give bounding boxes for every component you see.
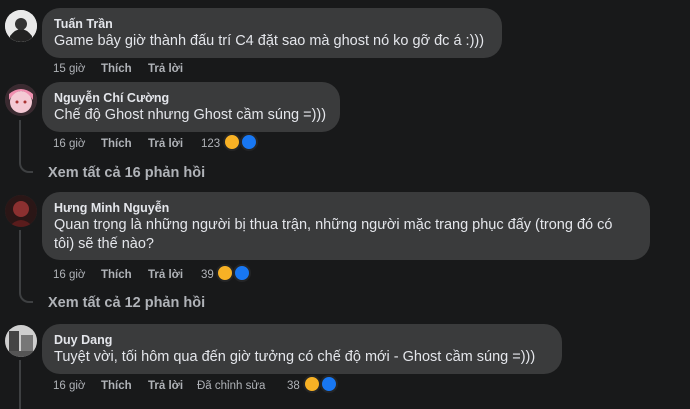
comment-bubble: Hưng Minh Nguyễn Quan trọng là những ngư… xyxy=(42,192,650,260)
comment-text-line-1: Quan trọng là những người bị thua trận, … xyxy=(54,217,613,233)
reaction-count[interactable]: 38 xyxy=(287,378,300,394)
comment-time[interactable]: 16 giờ xyxy=(53,136,85,152)
comment-bubble: Duy Dang Tuyệt vời, tối hôm qua đến giờ … xyxy=(42,324,562,374)
comment-bubble: Nguyễn Chí Cường Chế độ Ghost nhưng Ghos… xyxy=(42,82,340,132)
haha-reaction-icon xyxy=(303,375,321,393)
comment-author[interactable]: Duy Dang xyxy=(54,332,550,348)
haha-reaction-icon xyxy=(216,264,234,282)
comment-text: Tuyệt vời, tối hôm qua đến giờ tưởng có … xyxy=(54,349,536,365)
like-reaction-icon xyxy=(320,375,338,393)
comment-author[interactable]: Tuấn Trần xyxy=(54,16,490,32)
like-reaction-icon xyxy=(240,133,258,151)
comment-actions: 16 giờ Thích Trả lời Đã chỉnh sửa 38 xyxy=(53,375,353,394)
thread-line xyxy=(19,230,21,292)
comment-author[interactable]: Hưng Minh Nguyễn xyxy=(54,200,638,216)
avatar[interactable] xyxy=(5,325,37,357)
comment-bubble: Tuấn Trần Game bây giờ thành đấu trí C4 … xyxy=(42,8,502,58)
like-button[interactable]: Thích xyxy=(101,136,132,152)
thread-curve xyxy=(19,289,33,303)
comment-text: Chế độ Ghost nhưng Ghost cầm súng =))) xyxy=(54,107,327,123)
like-button[interactable]: Thích xyxy=(101,267,132,283)
like-button[interactable]: Thích xyxy=(101,61,132,77)
edited-label: Đã chỉnh sửa xyxy=(197,380,266,392)
haha-reaction-icon xyxy=(223,133,241,151)
comment-text: Game bây giờ thành đấu trí C4 đặt sao mà… xyxy=(54,33,485,49)
comment-actions: 16 giờ Thích Trả lời 39 xyxy=(53,264,273,283)
view-replies-link[interactable]: Xem tất cả 12 phản hồi xyxy=(48,294,205,312)
like-button[interactable]: Thích xyxy=(101,378,132,394)
avatar[interactable] xyxy=(5,195,37,227)
comment-text-line-2: tôi) sẽ thế nào? xyxy=(54,236,154,252)
reaction-count[interactable]: 39 xyxy=(201,267,214,283)
reaction-count[interactable]: 123 xyxy=(201,136,220,152)
thread-curve xyxy=(19,159,33,173)
reply-button[interactable]: Trả lời xyxy=(148,378,183,394)
reply-button[interactable]: Trả lời xyxy=(148,61,183,77)
comment-time[interactable]: 15 giờ xyxy=(53,61,85,77)
comment-time[interactable]: 16 giờ xyxy=(53,267,85,283)
comment-actions: 16 giờ Thích Trả lời 123 xyxy=(53,133,273,152)
thread-line xyxy=(19,360,21,409)
avatar[interactable] xyxy=(5,10,37,42)
like-reaction-icon xyxy=(233,264,251,282)
comment-author[interactable]: Nguyễn Chí Cường xyxy=(54,90,328,106)
comment-time[interactable]: 16 giờ xyxy=(53,378,85,394)
view-replies-link[interactable]: Xem tất cả 16 phản hồi xyxy=(48,164,205,182)
avatar[interactable] xyxy=(5,84,37,116)
reply-button[interactable]: Trả lời xyxy=(148,136,183,152)
thread-line xyxy=(19,120,21,162)
reply-button[interactable]: Trả lời xyxy=(148,267,183,283)
